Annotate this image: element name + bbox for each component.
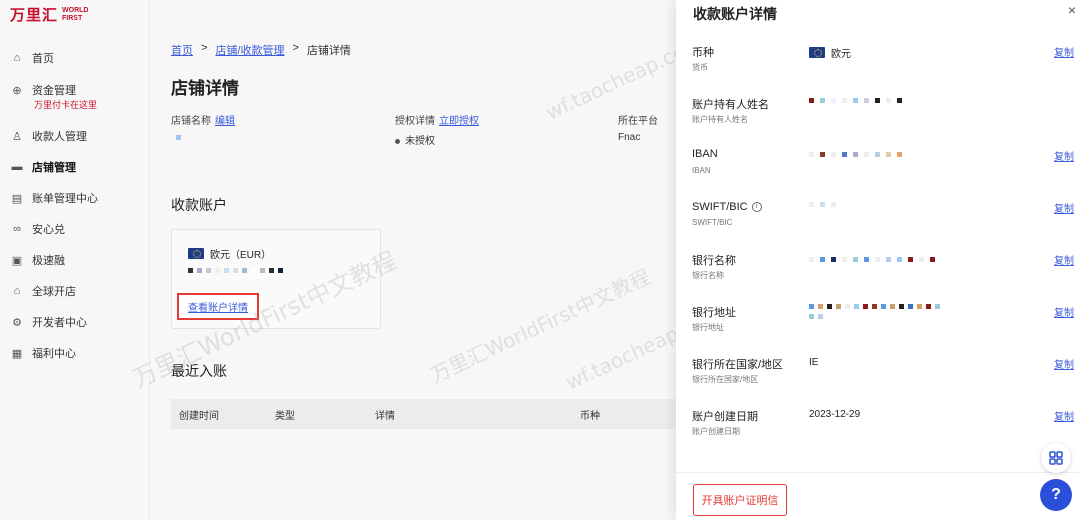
- copy-swift-link[interactable]: 复制: [1054, 200, 1074, 215]
- sidebar-item-finance[interactable]: ▣ 极速融: [10, 252, 140, 268]
- auth-status: 未授权: [395, 132, 435, 147]
- gift-icon: ▦: [11, 347, 23, 360]
- sidebar-item-funds[interactable]: ⊕ 资金管理: [10, 82, 140, 98]
- sidebar-item-exchange[interactable]: ∞ 安心兑: [10, 221, 140, 237]
- close-icon[interactable]: ×: [1068, 2, 1076, 18]
- sidebar-item-payees[interactable]: ♙ 收款人管理: [10, 128, 140, 144]
- created-date-sub: 账户创建日期: [692, 427, 740, 436]
- col-type: 类型: [275, 410, 295, 422]
- holder-name-masked: [809, 98, 902, 103]
- bank-name-masked: [809, 257, 935, 262]
- breadcrumb-current: 店铺详情: [306, 45, 351, 57]
- sidebar-item-global-store[interactable]: ⌂ 全球开店: [10, 283, 140, 299]
- bank-address-label: 银行地址: [692, 307, 736, 319]
- developer-icon: ⚙: [12, 316, 22, 329]
- currency-sub: 货币: [692, 63, 708, 72]
- grid-icon[interactable]: [1041, 443, 1071, 473]
- global-store-icon: ⌂: [13, 285, 21, 297]
- holder-name-sub: 账户持有人姓名: [692, 115, 748, 124]
- copy-bank-country-link[interactable]: 复制: [1054, 356, 1074, 371]
- currency-label: 币种: [692, 47, 714, 59]
- funds-icon: ⊕: [12, 84, 22, 97]
- sidebar-item-home[interactable]: ⌂ 首页: [10, 50, 140, 66]
- copy-currency-link[interactable]: 复制: [1054, 44, 1074, 59]
- drawer-footer: 开具账户证明信: [676, 472, 1080, 520]
- iban-sub: IBAN: [692, 166, 711, 175]
- sidebar-item-bills[interactable]: ▤ 账单管理中心: [10, 190, 140, 206]
- finance-icon: ▣: [11, 254, 23, 267]
- col-currency: 币种: [580, 410, 600, 422]
- eu-flag-icon: [188, 248, 204, 259]
- bill-icon: ▤: [11, 192, 23, 205]
- card-promo-note[interactable]: 万里付卡在这里: [34, 98, 97, 111]
- status-dot-icon: [395, 138, 400, 144]
- store-name-label: 店铺名称 编辑: [171, 116, 235, 127]
- platform-value: Fnac: [618, 132, 641, 143]
- user-icon: ♙: [12, 130, 22, 143]
- iban-label: IBAN: [692, 148, 718, 160]
- bank-country-label: 银行所在国家/地区: [692, 359, 784, 371]
- created-date-value: 2023-12-29: [809, 409, 861, 420]
- col-details: 详情: [375, 410, 395, 422]
- help-button[interactable]: ?: [1040, 479, 1072, 511]
- sidebar-item-stores[interactable]: ▬ 店铺管理: [10, 159, 140, 175]
- receiving-accounts-title: 收款账户: [171, 197, 227, 213]
- account-details-drawer: 收款账户详情 × 币种 货币 欧元 复制 账户持有人姓名 账户持有人姓名 IBA…: [676, 0, 1080, 520]
- col-created-time: 创建时间: [179, 410, 219, 422]
- account-card: 欧元（EUR） 查看账户详情: [171, 229, 381, 329]
- sidebar-item-benefits[interactable]: ▦ 福利中心: [10, 345, 140, 361]
- info-icon[interactable]: i: [751, 202, 762, 213]
- swift-masked: [809, 202, 836, 207]
- store-name-masked: [176, 132, 181, 143]
- bank-country-value: IE: [809, 357, 819, 368]
- bank-address-masked: [809, 304, 940, 319]
- authorize-now-link[interactable]: 立即授权: [439, 116, 479, 127]
- worldfirst-logo[interactable]: 万里汇 WORLD FIRST: [10, 4, 88, 25]
- view-account-details-link[interactable]: 查看账户详情: [177, 293, 259, 320]
- platform-label: 所在平台: [618, 116, 658, 127]
- currency-value: 欧元: [831, 49, 851, 60]
- main-content: 首页 > 店铺/收款管理 > 店铺详情 店铺详情 店铺名称 编辑 授权详情 立即授权…: [150, 0, 680, 520]
- sidebar: 万里汇 WORLD FIRST ⌂ 首页 ⊕ 资金管理 万里付卡在这里 ♙ 收款人管理 …: [0, 0, 150, 520]
- copy-iban-link[interactable]: 复制: [1054, 148, 1074, 163]
- iban-masked: [809, 152, 902, 157]
- table-header: 创建时间 类型 详情 币种: [171, 399, 680, 429]
- account-currency: 欧元（EUR）: [210, 250, 272, 261]
- breadcrumb-store-mgmt[interactable]: 店铺/收款管理: [215, 42, 284, 58]
- copy-bank-address-link[interactable]: 复制: [1054, 304, 1074, 319]
- breadcrumb-home[interactable]: 首页: [171, 42, 193, 58]
- breadcrumb: 首页 > 店铺/收款管理 > 店铺详情: [171, 42, 351, 58]
- issue-certificate-button[interactable]: 开具账户证明信: [693, 484, 787, 516]
- eu-flag-icon: [809, 47, 825, 58]
- bank-name-label: 银行名称: [692, 255, 736, 267]
- logo-en-text: WORLD FIRST: [62, 6, 89, 22]
- bank-country-sub: 银行所在国家/地区: [692, 375, 759, 384]
- recent-income-title: 最近入账: [171, 363, 227, 379]
- drawer-title: 收款账户详情: [693, 6, 777, 22]
- page-title: 店铺详情: [171, 79, 239, 98]
- store-icon: ▬: [11, 161, 23, 173]
- swift-label: SWIFT/BIC i: [692, 201, 762, 213]
- holder-name-label: 账户持有人姓名: [692, 99, 769, 111]
- edit-store-name-link[interactable]: 编辑: [215, 116, 235, 127]
- sidebar-item-developer[interactable]: ⚙ 开发者中心: [10, 314, 140, 330]
- auth-label: 授权详情 立即授权: [395, 116, 479, 127]
- bank-address-sub: 银行地址: [692, 323, 724, 332]
- bank-name-sub: 银行名称: [692, 271, 724, 280]
- home-icon: ⌂: [13, 52, 21, 64]
- copy-bank-name-link[interactable]: 复制: [1054, 252, 1074, 267]
- copy-created-date-link[interactable]: 复制: [1054, 408, 1074, 423]
- logo-cn-text: 万里汇: [10, 7, 59, 24]
- swift-sub: SWIFT/BIC: [692, 218, 733, 227]
- masked-account-number: [188, 268, 283, 273]
- exchange-icon: ∞: [13, 223, 21, 235]
- created-date-label: 账户创建日期: [692, 411, 758, 423]
